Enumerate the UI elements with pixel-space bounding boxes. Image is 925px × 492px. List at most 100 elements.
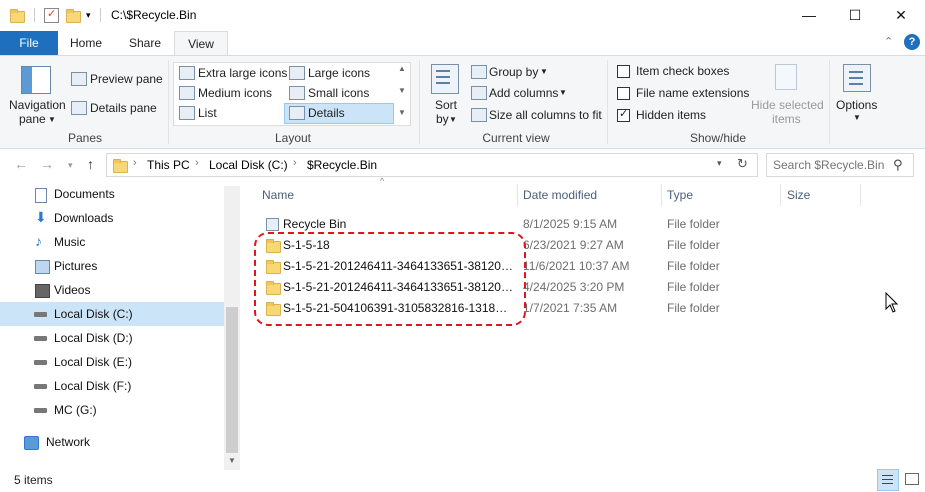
chevron-right-icon[interactable]: › bbox=[133, 157, 137, 169]
forward-arrow-icon[interactable]: → bbox=[40, 156, 54, 172]
tab-view[interactable]: View bbox=[174, 31, 228, 56]
nav-item-pictures[interactable]: Pictures bbox=[0, 254, 224, 278]
nav-item-local-disk-f[interactable]: Local Disk (F:) bbox=[0, 374, 224, 398]
nav-item-local-disk-d[interactable]: Local Disk (D:) bbox=[0, 326, 224, 350]
dropdown-arrow-icon[interactable]: ▼ bbox=[48, 115, 56, 124]
extra-large-icons-icon bbox=[179, 66, 195, 80]
details-pane-icon[interactable] bbox=[71, 101, 87, 115]
file-name: Recycle Bin bbox=[283, 217, 347, 231]
chevron-right-icon[interactable]: › bbox=[195, 157, 199, 169]
close-button[interactable]: ✕ bbox=[878, 0, 924, 31]
tab-file[interactable]: File bbox=[0, 31, 58, 55]
help-icon[interactable]: ? bbox=[904, 34, 920, 50]
search-input[interactable] bbox=[771, 156, 893, 174]
column-divider[interactable] bbox=[517, 184, 518, 206]
sort-by-icon[interactable] bbox=[431, 64, 459, 94]
nav-item-network[interactable]: Network bbox=[0, 430, 224, 454]
layout-medium-icons[interactable]: Medium icons bbox=[198, 86, 272, 100]
column-header-date-modified[interactable]: Date modified bbox=[523, 188, 597, 202]
group-by-dropdown-icon[interactable]: ▼ bbox=[540, 67, 548, 76]
back-arrow-icon[interactable]: ← bbox=[14, 156, 28, 172]
group-by-button[interactable]: Group by bbox=[489, 65, 538, 79]
hide-selected-label-2: items bbox=[772, 112, 801, 126]
nav-item-label: MC (G:) bbox=[54, 403, 97, 417]
window-title: C:\$Recycle.Bin bbox=[111, 8, 197, 22]
size-all-columns-button[interactable]: Size all columns to fit bbox=[489, 108, 602, 122]
options-dropdown-icon[interactable]: ▼ bbox=[853, 113, 861, 122]
nav-scrollbar-thumb[interactable] bbox=[226, 307, 238, 453]
nav-item-videos[interactable]: Videos bbox=[0, 278, 224, 302]
nav-item-local-disk-e[interactable]: Local Disk (E:) bbox=[0, 350, 224, 374]
preview-pane-icon[interactable] bbox=[71, 72, 87, 86]
ribbon: Navigation pane ▼ Preview pane Details p… bbox=[0, 55, 925, 149]
music-icon: ♪ bbox=[35, 233, 42, 249]
add-columns-dropdown-icon[interactable]: ▼ bbox=[559, 88, 567, 97]
nav-item-label: Pictures bbox=[54, 259, 98, 273]
search-box[interactable]: ⚲ bbox=[766, 153, 914, 177]
options-button[interactable]: Options bbox=[836, 98, 877, 112]
nav-item-local-disk-c[interactable]: Local Disk (C:) bbox=[0, 302, 224, 326]
item-check-boxes-checkbox[interactable] bbox=[617, 65, 630, 78]
navigation-pane-label[interactable]: Navigation bbox=[9, 98, 66, 112]
column-divider[interactable] bbox=[780, 184, 781, 206]
scroll-down-icon[interactable]: ▼ bbox=[228, 456, 236, 465]
navigation-pane-icon[interactable] bbox=[21, 66, 51, 94]
properties-icon[interactable]: ✓ bbox=[44, 8, 59, 23]
column-header-type[interactable]: Type bbox=[667, 188, 693, 202]
hidden-items-checkbox[interactable] bbox=[617, 107, 630, 122]
nav-item-downloads[interactable]: ⬇ Downloads bbox=[0, 206, 224, 230]
nav-item-label: Local Disk (E:) bbox=[54, 355, 133, 369]
column-divider[interactable] bbox=[661, 184, 662, 206]
gallery-down-icon[interactable]: ▼ bbox=[398, 86, 406, 95]
file-name-extensions-label[interactable]: File name extensions bbox=[636, 86, 749, 100]
column-divider[interactable] bbox=[860, 184, 861, 206]
nav-item-documents[interactable]: Documents bbox=[0, 182, 224, 206]
sort-dropdown-icon[interactable]: ▼ bbox=[449, 115, 457, 124]
layout-large-icons[interactable]: Large icons bbox=[308, 66, 370, 80]
layout-details[interactable]: Details bbox=[308, 106, 345, 120]
table-row[interactable]: Recycle Bin 8/1/2025 9:15 AM File folder bbox=[258, 213, 858, 234]
ribbon-tabs: File Home Share View ⌃ ? bbox=[0, 31, 925, 56]
nav-item-mc-g[interactable]: MC (G:) bbox=[0, 398, 224, 422]
minimize-button[interactable]: — bbox=[786, 0, 832, 31]
large-icons-view-button[interactable] bbox=[901, 469, 921, 489]
drive-icon bbox=[34, 360, 47, 365]
address-bar[interactable]: › This PC › Local Disk (C:) › $Recycle.B… bbox=[106, 153, 758, 177]
tab-home[interactable]: Home bbox=[60, 31, 112, 55]
layout-small-icons[interactable]: Small icons bbox=[308, 86, 369, 100]
add-columns-button[interactable]: Add columns bbox=[489, 86, 558, 100]
tab-share[interactable]: Share bbox=[118, 31, 172, 55]
options-icon[interactable] bbox=[843, 64, 871, 92]
sort-by-label-2[interactable]: by bbox=[436, 112, 449, 126]
breadcrumb-local-disk-c[interactable]: Local Disk (C:) bbox=[209, 158, 288, 172]
search-icon[interactable]: ⚲ bbox=[893, 157, 903, 173]
layout-extra-large-icons[interactable]: Extra large icons bbox=[198, 66, 287, 80]
item-check-boxes-label[interactable]: Item check boxes bbox=[636, 64, 729, 78]
file-name-extensions-checkbox[interactable] bbox=[617, 87, 630, 100]
sort-by-label[interactable]: Sort bbox=[435, 98, 457, 112]
gallery-up-icon[interactable]: ▲ bbox=[398, 64, 406, 73]
details-pane-button[interactable]: Details pane bbox=[90, 101, 157, 115]
column-header-size[interactable]: Size bbox=[787, 188, 810, 202]
navigation-pane-label-2[interactable]: pane bbox=[19, 112, 46, 126]
refresh-icon[interactable]: ↻ bbox=[737, 156, 748, 172]
customize-toolbar-icon[interactable]: ▾ bbox=[86, 10, 99, 23]
gallery-more-icon[interactable]: ▼ bbox=[398, 108, 406, 117]
details-view-button[interactable] bbox=[877, 469, 899, 491]
new-folder-icon[interactable] bbox=[66, 8, 81, 23]
chevron-right-icon[interactable]: › bbox=[293, 157, 297, 169]
recent-locations-icon[interactable]: ▾ bbox=[68, 160, 73, 171]
breadcrumb-recycle-bin[interactable]: $Recycle.Bin bbox=[307, 158, 377, 172]
collapse-ribbon-icon[interactable]: ⌃ bbox=[884, 35, 893, 48]
nav-item-music[interactable]: ♪ Music bbox=[0, 230, 224, 254]
maximize-button[interactable]: ☐ bbox=[832, 0, 878, 31]
preview-pane-button[interactable]: Preview pane bbox=[90, 72, 163, 86]
hidden-items-label[interactable]: Hidden items bbox=[636, 108, 706, 122]
column-header-name[interactable]: Name bbox=[262, 188, 294, 202]
address-dropdown-icon[interactable]: ▾ bbox=[717, 158, 722, 169]
up-arrow-icon[interactable]: ↑ bbox=[87, 156, 94, 172]
nav-item-label: Downloads bbox=[54, 211, 114, 225]
layout-list[interactable]: List bbox=[198, 106, 217, 120]
breadcrumb-this-pc[interactable]: This PC bbox=[147, 158, 190, 172]
highlight-annotation bbox=[254, 232, 526, 326]
